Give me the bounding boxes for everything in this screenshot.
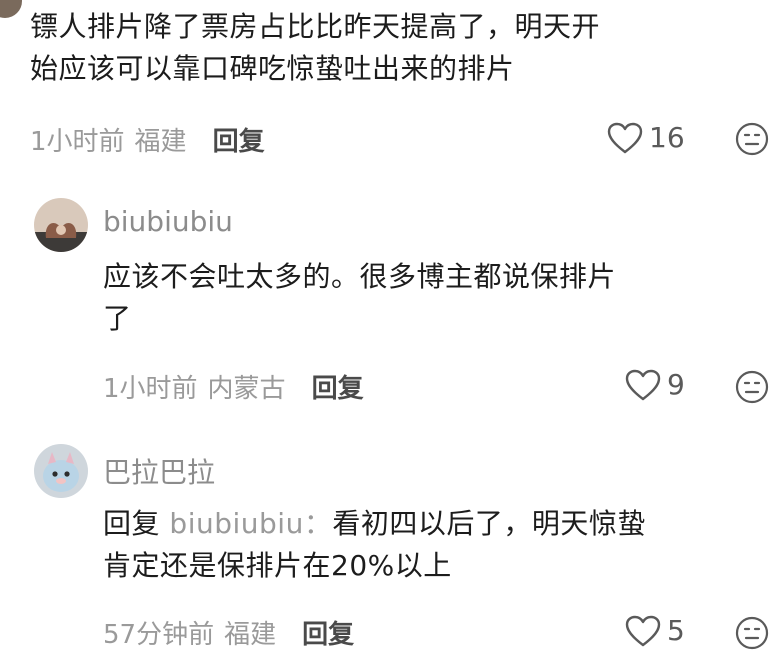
like-button[interactable]: 9 xyxy=(625,368,685,401)
reply-button[interactable]: 回复 xyxy=(312,368,364,405)
partial-avatar[interactable] xyxy=(0,0,24,20)
like-count: 5 xyxy=(667,614,685,647)
emoji-icon[interactable] xyxy=(735,370,769,404)
reply-button[interactable]: 回复 xyxy=(302,614,354,651)
reply-target-username[interactable]: biubiubiu： xyxy=(169,507,332,540)
reply-prefix: 回复 xyxy=(103,507,161,540)
like-button[interactable]: 16 xyxy=(607,121,685,154)
heart-icon xyxy=(625,369,661,400)
comment-text-line: 镖人排片降了票房占比比昨天提高了，明天开 xyxy=(30,10,601,43)
avatar[interactable] xyxy=(34,444,88,498)
comment-text-line: 回复 biubiubiu：看初四以后了，明天惊蛰 xyxy=(103,503,646,545)
comment-time: 57分钟前 xyxy=(103,619,215,650)
comment-text-line: 了 xyxy=(103,302,132,335)
comment-text-line: 肯定还是保排片在20%以上 xyxy=(103,549,452,582)
comment-text-line: 始应该可以靠口碑吃惊蛰吐出来的排片 xyxy=(30,52,515,85)
comment-location: 内蒙古 xyxy=(207,373,286,404)
heart-icon xyxy=(607,122,643,153)
comment-time: 1小时前 xyxy=(30,126,125,157)
username[interactable]: 巴拉巴拉 xyxy=(103,451,215,491)
like-count: 16 xyxy=(649,121,685,154)
username[interactable]: biubiubiu xyxy=(103,205,233,238)
emoji-icon[interactable] xyxy=(735,122,769,156)
comment-location: 福建 xyxy=(134,126,187,157)
emoji-icon[interactable] xyxy=(735,616,769,650)
avatar[interactable] xyxy=(34,198,88,252)
reply-button[interactable]: 回复 xyxy=(213,121,265,158)
comment-text-line: 应该不会吐太多的。很多博主都说保排片 xyxy=(103,260,617,293)
heart-icon xyxy=(625,615,661,646)
like-count: 9 xyxy=(667,368,685,401)
comment-text: 看初四以后了，明天惊蛰 xyxy=(332,507,646,540)
comment-time: 1小时前 xyxy=(103,373,198,404)
like-button[interactable]: 5 xyxy=(625,614,685,647)
comment-location: 福建 xyxy=(224,619,277,650)
